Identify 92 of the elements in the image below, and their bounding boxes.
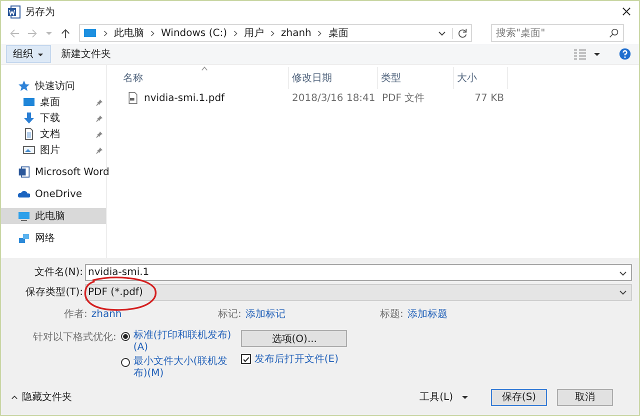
sort-caret-icon	[201, 66, 208, 71]
search-field[interactable]: 搜索"桌面"	[491, 24, 624, 42]
sidebar-item[interactable]: 桌面	[1, 94, 106, 110]
refresh-icon[interactable]	[452, 28, 468, 38]
path-segment[interactable]: 桌面	[328, 26, 348, 40]
picture-icon	[23, 144, 35, 156]
optimize-label: 针对以下格式优化:	[33, 330, 116, 344]
radio-button[interactable]	[121, 332, 130, 341]
chevron-icon	[103, 30, 108, 36]
sidebar-item[interactable]: 网络	[1, 230, 106, 246]
sidebar-label: OneDrive	[35, 188, 82, 200]
metadata-link[interactable]: 添加标题	[407, 307, 448, 321]
checkbox[interactable]	[241, 354, 252, 364]
search-icon	[609, 28, 619, 38]
window-title: 另存为	[25, 6, 55, 18]
path-segment[interactable]: Windows (C:)	[161, 28, 227, 38]
table-cell-text: 77 KB	[474, 92, 505, 104]
new-folder-button[interactable]: 新建文件夹	[57, 47, 115, 61]
pdf-file-icon	[127, 92, 139, 104]
pin-icon[interactable]	[96, 146, 103, 154]
metadata-link[interactable]: 添加标记	[245, 307, 286, 321]
column-header[interactable]: 名称	[120, 67, 288, 89]
caret-icon	[37, 50, 44, 58]
dialog-button[interactable]: 取消	[557, 388, 613, 406]
sidebar-label: 此电脑	[35, 210, 65, 223]
file-row[interactable]: nvidia-smi.1.pdf	[120, 92, 288, 104]
sidebar-label: 桌面	[40, 96, 60, 109]
chevron-icon	[232, 30, 238, 36]
caret-icon	[11, 394, 18, 400]
sidebar-item[interactable]: 此电脑	[1, 208, 106, 224]
chevron-icon	[317, 30, 322, 36]
pin-icon[interactable]	[96, 98, 103, 106]
column-header[interactable]: 类型	[378, 67, 454, 89]
close-icon[interactable]	[622, 7, 631, 16]
computer-icon	[83, 26, 97, 40]
radio-label[interactable]: 最小文件大小(联机发布)(M)	[133, 356, 234, 380]
document-icon	[23, 128, 35, 140]
network-icon	[18, 232, 30, 244]
hide-folders-button[interactable]: 隐藏文件夹	[7, 390, 76, 404]
cloud-icon	[18, 188, 30, 200]
field-label: 保存类型(T):	[24, 286, 84, 299]
radio-button[interactable]	[121, 358, 130, 367]
tools-button[interactable]: 工具(L)	[416, 390, 457, 404]
address-bar[interactable]: 此电脑 Windows (C:) 用户 zhanh 桌面	[79, 24, 472, 42]
chevron-icon	[270, 30, 275, 36]
sidebar-label: 图片	[40, 144, 60, 157]
dropdown-caret-icon	[619, 288, 627, 296]
sidebar-label: 文档	[40, 128, 60, 141]
dialog-button[interactable]: 保存(S)	[491, 388, 547, 406]
view-options-icon[interactable]	[573, 47, 587, 61]
organize-button[interactable]: 组织	[6, 45, 51, 63]
sidebar-label: 快速访问	[35, 80, 75, 93]
computer-icon	[18, 210, 30, 222]
dropdown-caret-icon[interactable]	[438, 29, 446, 37]
caret-icon[interactable]	[593, 50, 601, 58]
file-type-dropdown[interactable]: PDF (*.pdf)	[85, 284, 632, 300]
pin-icon[interactable]	[96, 130, 103, 138]
column-header[interactable]: 大小	[454, 67, 508, 89]
pin-icon[interactable]	[96, 114, 103, 122]
table-cell-text: 2018/3/16 18:41	[291, 92, 376, 104]
path-segment[interactable]: zhanh	[280, 28, 312, 38]
sidebar-item[interactable]: OneDrive	[1, 186, 106, 202]
dropdown-caret-icon[interactable]	[619, 268, 627, 276]
help-icon[interactable]	[619, 48, 631, 60]
sidebar-item[interactable]: 快速访问	[1, 78, 106, 94]
metadata-label: 作者:	[64, 308, 88, 321]
star-icon	[18, 80, 30, 92]
caret-icon[interactable]	[461, 393, 469, 401]
path-segment[interactable]: 此电脑	[114, 26, 144, 40]
radio-label[interactable]: 标准(打印和联机发布)(A)	[133, 330, 234, 354]
table-cell-text: PDF 文件	[381, 92, 426, 105]
up-arrow-icon[interactable]	[60, 28, 71, 38]
field-label: 文件名(N):	[33, 266, 84, 279]
sidebar-item[interactable]: 文档	[1, 126, 106, 142]
metadata-link[interactable]: zhanh	[91, 308, 122, 320]
file-name-field[interactable]: nvidia-smi.1	[85, 264, 632, 280]
word-icon	[18, 166, 30, 178]
chevron-icon	[150, 30, 155, 36]
checkbox-label[interactable]: 发布后打开文件(E)	[254, 352, 338, 366]
sidebar-label: 下载	[40, 112, 60, 125]
sidebar-item[interactable]: 图片	[1, 142, 106, 158]
metadata-label: 标题:	[380, 308, 404, 321]
download-arrow-icon	[23, 112, 35, 124]
file-name: nvidia-smi.1.pdf	[144, 92, 225, 104]
options-button[interactable]: 选项(O)...	[241, 330, 348, 347]
sidebar-label: 网络	[35, 232, 55, 245]
word-icon	[7, 4, 21, 18]
column-header[interactable]: 修改日期	[288, 67, 378, 89]
desktop-icon	[23, 96, 35, 108]
metadata-label: 标记:	[218, 308, 242, 321]
path-segment[interactable]: 用户	[244, 26, 264, 40]
sidebar-item[interactable]: 下载	[1, 110, 106, 126]
